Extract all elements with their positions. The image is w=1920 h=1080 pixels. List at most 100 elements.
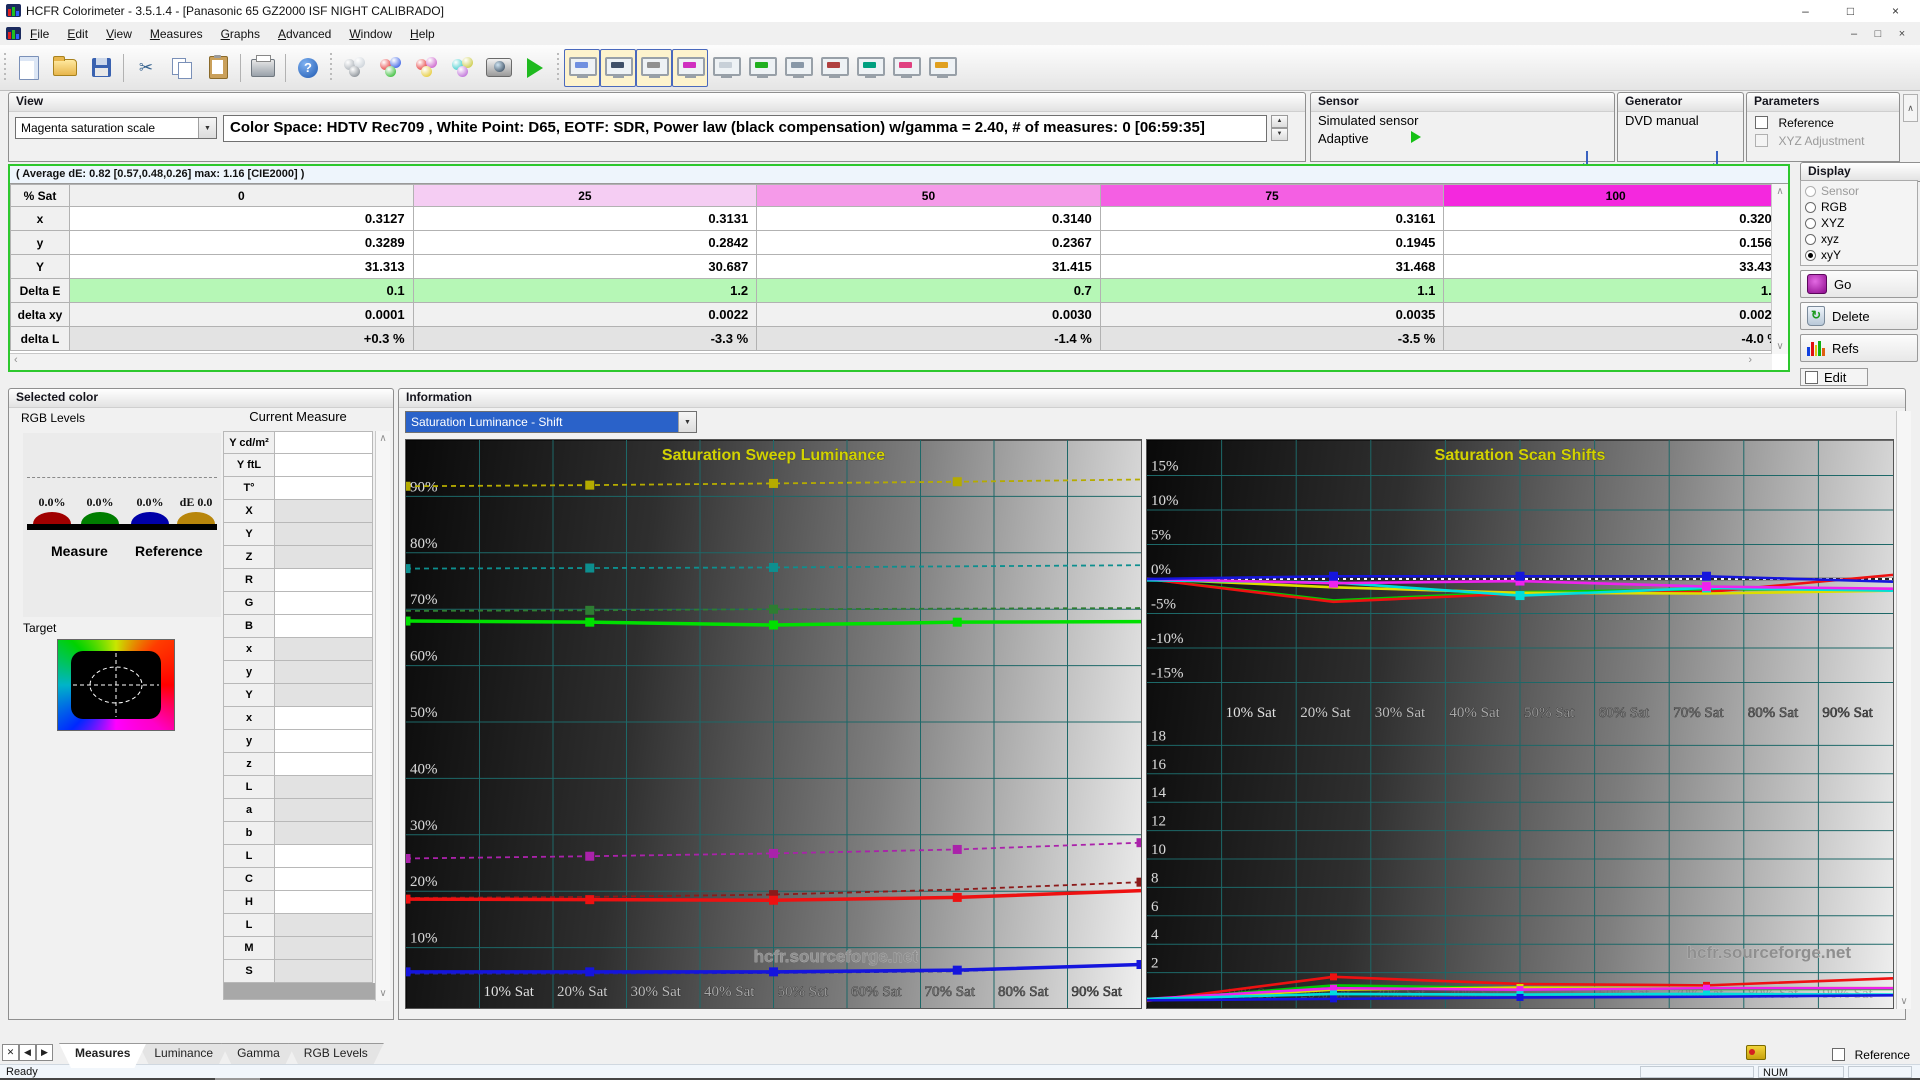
toolbar-gripper[interactable] <box>555 53 562 83</box>
reference-checkbox[interactable] <box>1755 116 1768 129</box>
gamma-view-icon[interactable] <box>708 49 744 87</box>
mdi-close-button[interactable]: × <box>1890 25 1914 42</box>
close-button[interactable]: × <box>1873 0 1918 22</box>
spin-up-icon[interactable]: ▲ <box>1271 115 1288 128</box>
measure-cell[interactable]: 0.1945 <box>1100 231 1444 255</box>
measure-cell[interactable]: 33.434 <box>1444 255 1788 279</box>
restore-button[interactable]: □ <box>1828 0 1873 22</box>
measure-cell[interactable]: 0.3289 <box>69 231 413 255</box>
column-header-75[interactable]: 75 <box>1100 185 1444 207</box>
luminance-view-icon[interactable] <box>924 49 960 87</box>
print-icon[interactable] <box>245 49 281 87</box>
minimize-button[interactable]: – <box>1783 0 1828 22</box>
menu-item-help[interactable]: Help <box>401 24 444 44</box>
scroll-down-icon[interactable]: ∨ <box>1897 996 1911 1007</box>
information-scrollbar[interactable]: ∨ <box>1896 411 1911 1009</box>
toolbar-gripper[interactable] <box>2 53 9 83</box>
scroll-down-icon[interactable]: ∨ <box>1772 341 1788 352</box>
menu-item-edit[interactable]: Edit <box>58 24 97 44</box>
measure-cell[interactable]: 31.415 <box>757 255 1101 279</box>
measure-cell[interactable]: -4.0 % <box>1444 327 1788 351</box>
graph-selector[interactable]: Saturation Luminance - Shift ▼ <box>405 411 697 433</box>
menu-item-measures[interactable]: Measures <box>141 24 212 44</box>
bottom-reference-row[interactable]: Reference <box>1832 1046 1910 1064</box>
copy-icon[interactable] <box>164 49 200 87</box>
measure-cell[interactable]: -3.5 % <box>1100 327 1444 351</box>
nearblack-view-icon[interactable] <box>744 49 780 87</box>
menu-item-graphs[interactable]: Graphs <box>212 24 269 44</box>
measure-cell[interactable]: 0.2842 <box>413 231 757 255</box>
measure-cell[interactable]: 0.3161 <box>1100 207 1444 231</box>
measure-cell[interactable]: 1.2 <box>413 279 757 303</box>
grid-measures-view-icon[interactable] <box>600 49 636 87</box>
edit-checkbox[interactable] <box>1805 371 1818 384</box>
saturation-measures-view-icon[interactable] <box>672 49 708 87</box>
display-option-xyy[interactable]: xyY <box>1805 247 1913 263</box>
display-option-xyz[interactable]: XYZ <box>1805 215 1913 231</box>
measures-table[interactable]: % Sat0255075100x0.31270.31310.31400.3161… <box>10 184 1788 351</box>
save-icon[interactable] <box>83 49 119 87</box>
radio-icon[interactable] <box>1805 218 1816 229</box>
measure-cell[interactable]: 1.1 <box>1100 279 1444 303</box>
column-header-0[interactable]: 0 <box>69 185 413 207</box>
measures-vertical-scrollbar[interactable]: ∧ ∨ <box>1771 184 1788 354</box>
current-measure-scrollbar[interactable]: ∧ ∨ <box>375 431 390 1001</box>
tab-close-button[interactable]: ✕ <box>2 1044 19 1061</box>
measure-cell[interactable]: 0.0020 <box>1444 303 1788 327</box>
nearwhite-view-icon[interactable] <box>780 49 816 87</box>
panel-scroll-up-icon[interactable]: ∧ <box>1903 94 1918 122</box>
secondaries-measure-icon[interactable] <box>445 49 481 87</box>
measure-cell[interactable]: 0.0030 <box>757 303 1101 327</box>
color-temp-view-icon[interactable] <box>852 49 888 87</box>
cie-chart-view-icon[interactable] <box>888 49 924 87</box>
tab-next-button[interactable]: ▶ <box>36 1044 53 1061</box>
column-header-25[interactable]: 25 <box>413 185 757 207</box>
spin-down-icon[interactable]: ▼ <box>1271 128 1288 141</box>
bottom-reference-checkbox[interactable] <box>1832 1048 1845 1061</box>
radio-icon[interactable] <box>1805 202 1816 213</box>
tab-prev-button[interactable]: ◀ <box>19 1044 36 1061</box>
measure-cell[interactable]: 0.3131 <box>413 207 757 231</box>
measure-spinner[interactable]: ▲▼ <box>1271 115 1288 141</box>
measure-cell[interactable]: 0.3209 <box>1444 207 1788 231</box>
radio-icon[interactable] <box>1805 250 1816 261</box>
measure-cell[interactable]: 0.1 <box>69 279 413 303</box>
edit-checkbox-row[interactable]: Edit <box>1800 368 1868 386</box>
measure-cell[interactable]: +0.3 % <box>69 327 413 351</box>
measure-cell[interactable]: -1.4 % <box>757 327 1101 351</box>
scroll-up-icon[interactable]: ∧ <box>376 431 390 444</box>
reference-checkbox-row[interactable]: Reference <box>1755 114 1834 132</box>
measure-cell[interactable]: -3.3 % <box>413 327 757 351</box>
primaries-measure-icon[interactable] <box>409 49 445 87</box>
measure-cell[interactable]: 0.3140 <box>757 207 1101 231</box>
radio-icon[interactable] <box>1805 234 1816 245</box>
menu-item-advanced[interactable]: Advanced <box>269 24 340 44</box>
column-header-100[interactable]: 100 <box>1444 185 1788 207</box>
mdi-document-icon[interactable] <box>6 27 21 40</box>
measure-cell[interactable]: 0.2367 <box>757 231 1101 255</box>
delete-button[interactable]: ↻ Delete <box>1800 302 1918 330</box>
measure-cell[interactable]: 0.0035 <box>1100 303 1444 327</box>
camera-icon[interactable] <box>481 49 517 87</box>
scale-selector[interactable]: Magenta saturation scale ▼ <box>15 117 217 139</box>
go-button[interactable]: Go <box>1800 270 1918 298</box>
mdi-restore-button[interactable]: □ <box>1866 25 1890 42</box>
measure-cell[interactable]: 0.0022 <box>413 303 757 327</box>
measure-cell[interactable]: 30.687 <box>413 255 757 279</box>
menu-item-file[interactable]: File <box>21 24 58 44</box>
new-file-icon[interactable] <box>11 49 47 87</box>
rgb-measure-icon[interactable] <box>373 49 409 87</box>
scroll-down-icon[interactable]: ∨ <box>376 988 390 999</box>
measure-cell[interactable]: 0.7 <box>757 279 1101 303</box>
measure-cell[interactable]: 0.0001 <box>69 303 413 327</box>
measure-cell[interactable]: 0.1562 <box>1444 231 1788 255</box>
measure-cell[interactable]: 0.3127 <box>69 207 413 231</box>
paste-icon[interactable] <box>200 49 236 87</box>
measure-cell[interactable]: 1.1 <box>1444 279 1788 303</box>
tab-measures[interactable]: Measures <box>59 1043 146 1068</box>
cut-icon[interactable]: ✂ <box>128 49 164 87</box>
toolbar-gripper[interactable] <box>328 53 335 83</box>
sensor-config-icon[interactable] <box>337 49 373 87</box>
display-option-xyz[interactable]: xyz <box>1805 231 1913 247</box>
chevron-down-icon[interactable]: ▼ <box>198 118 216 138</box>
